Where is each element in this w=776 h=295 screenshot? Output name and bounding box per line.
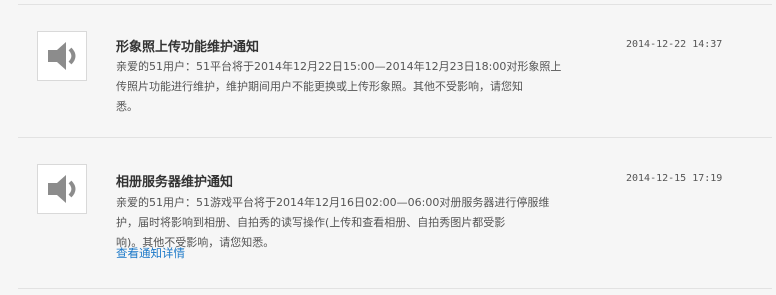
view-details-link[interactable]: 查看通知详情	[116, 245, 185, 261]
notice-title[interactable]: 形象照上传功能维护通知	[116, 36, 259, 55]
notice-body-line: 传照片功能进行维护，维护期间用户不能更换或上传形象照。其他不受影响，请您知	[116, 80, 523, 93]
notice-item: 相册服务器维护通知 2014-12-15 17:19 亲爱的51用户：51游戏平…	[18, 138, 772, 289]
notice-body: 亲爱的51用户：51平台将于2014年12月22日15:00—2014年12月2…	[116, 57, 586, 117]
notice-body-line: 响)。其他不受影响，请您知悉。	[116, 236, 275, 249]
notice-time: 2014-12-15 17:19	[626, 173, 723, 184]
notice-body-line: 护，届时将影响到相册、自拍秀的读写操作(上传和查看相册、自拍秀图片都受影	[116, 216, 506, 229]
speaker-icon	[37, 164, 87, 214]
notice-time: 2014-12-22 14:37	[626, 39, 723, 50]
speaker-icon	[37, 31, 87, 81]
notice-body-line: 亲爱的51用户：51游戏平台将于2014年12月16日02:00—06:00对册…	[116, 196, 550, 209]
notice-body-line: 亲爱的51用户：51平台将于2014年12月22日15:00—2014年12月2…	[116, 60, 562, 73]
notice-item: 形象照上传功能维护通知 2014-12-22 14:37 亲爱的51用户：51平…	[18, 5, 772, 138]
notice-title[interactable]: 相册服务器维护通知	[116, 171, 233, 190]
notice-body-line: 悉。	[116, 100, 138, 113]
notice-body: 亲爱的51用户：51游戏平台将于2014年12月16日02:00—06:00对册…	[116, 193, 586, 253]
